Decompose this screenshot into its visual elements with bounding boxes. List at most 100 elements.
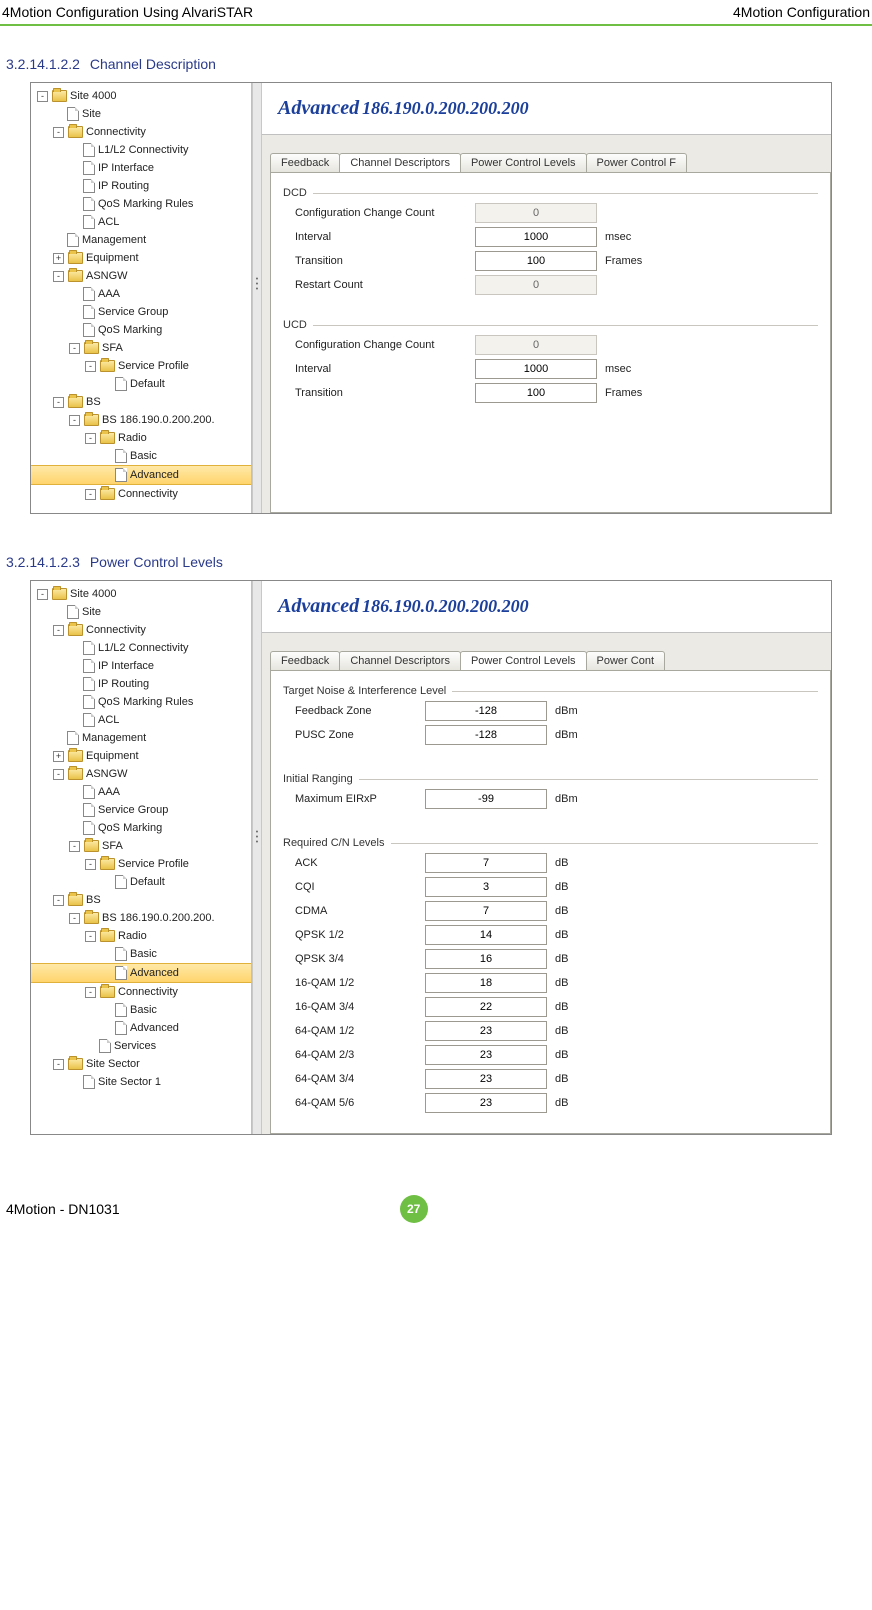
- tree-expander-icon[interactable]: -: [69, 913, 80, 924]
- tree-expander-icon[interactable]: -: [85, 859, 96, 870]
- tree-item-connectivity[interactable]: -Connectivity: [31, 123, 251, 141]
- tree-expander-icon[interactable]: -: [85, 433, 96, 444]
- input-cn-qpsk-3-4[interactable]: [425, 949, 547, 969]
- tree-item-bs-186-190-0-200-200-[interactable]: -BS 186.190.0.200.200.: [31, 909, 251, 927]
- tree-item-equipment[interactable]: +Equipment: [31, 747, 251, 765]
- tree-item-bs-186-190-0-200-200-[interactable]: -BS 186.190.0.200.200.: [31, 411, 251, 429]
- tree-item-aaa[interactable]: AAA: [31, 783, 251, 801]
- tree-expander-icon[interactable]: -: [85, 489, 96, 500]
- tree-item-connectivity[interactable]: -Connectivity: [31, 983, 251, 1001]
- tree-item-default[interactable]: Default: [31, 873, 251, 891]
- tree-item-advanced[interactable]: Advanced: [31, 1019, 251, 1037]
- input-cn-cdma[interactable]: [425, 901, 547, 921]
- tree-expander-icon[interactable]: -: [53, 271, 64, 282]
- tree-item-radio[interactable]: -Radio: [31, 927, 251, 945]
- tree-item-acl[interactable]: ACL: [31, 213, 251, 231]
- tree-item-sfa[interactable]: -SFA: [31, 339, 251, 357]
- tree-item-asngw[interactable]: -ASNGW: [31, 267, 251, 285]
- tree-item-sfa[interactable]: -SFA: [31, 837, 251, 855]
- tree-item-qos-marking-rules[interactable]: QoS Marking Rules: [31, 195, 251, 213]
- tree-item-l1-l2-connectivity[interactable]: L1/L2 Connectivity: [31, 639, 251, 657]
- tree-item-services[interactable]: Services: [31, 1037, 251, 1055]
- tree-item-service-group[interactable]: Service Group: [31, 303, 251, 321]
- tab-channel-descriptors2[interactable]: Channel Descriptors: [339, 651, 461, 670]
- tree-item-aaa[interactable]: AAA: [31, 285, 251, 303]
- splitter2[interactable]: [252, 581, 262, 1134]
- tree-item-connectivity[interactable]: -Connectivity: [31, 485, 251, 503]
- tree-item-ip-routing[interactable]: IP Routing: [31, 177, 251, 195]
- input-feedback-zone[interactable]: [425, 701, 547, 721]
- tab-feedback[interactable]: Feedback: [270, 153, 340, 172]
- input-cn-64-qam-5-6[interactable]: [425, 1093, 547, 1113]
- tree-expander-icon[interactable]: -: [53, 895, 64, 906]
- input-cn-qpsk-1-2[interactable]: [425, 925, 547, 945]
- input-cn-cqi[interactable]: [425, 877, 547, 897]
- tree-item-bs[interactable]: -BS: [31, 891, 251, 909]
- tree-expander-icon[interactable]: -: [53, 1059, 64, 1070]
- tree-item-asngw[interactable]: -ASNGW: [31, 765, 251, 783]
- tree-item-site-sector-1[interactable]: Site Sector 1: [31, 1073, 251, 1091]
- tree-item-basic[interactable]: Basic: [31, 447, 251, 465]
- tree-item-service-group[interactable]: Service Group: [31, 801, 251, 819]
- tree-expander-icon[interactable]: -: [53, 625, 64, 636]
- tree-item-site[interactable]: Site: [31, 603, 251, 621]
- tree-item-connectivity[interactable]: -Connectivity: [31, 621, 251, 639]
- input-cn-ack[interactable]: [425, 853, 547, 873]
- tab-power-control-levels2[interactable]: Power Control Levels: [460, 651, 587, 670]
- tree-item-radio[interactable]: -Radio: [31, 429, 251, 447]
- input-pusc-zone[interactable]: [425, 725, 547, 745]
- tree-expander-icon[interactable]: -: [85, 361, 96, 372]
- tree-item-ip-routing[interactable]: IP Routing: [31, 675, 251, 693]
- tree-item-ip-interface[interactable]: IP Interface: [31, 657, 251, 675]
- tree-expander-icon[interactable]: -: [85, 987, 96, 998]
- input-ucd-transition[interactable]: [475, 383, 597, 403]
- tree-item-equipment[interactable]: +Equipment: [31, 249, 251, 267]
- tree-item-advanced[interactable]: Advanced: [31, 963, 251, 983]
- tree-expander-icon[interactable]: -: [37, 91, 48, 102]
- tree-expander-icon[interactable]: -: [37, 589, 48, 600]
- input-eirp[interactable]: [425, 789, 547, 809]
- input-dcd-interval[interactable]: [475, 227, 597, 247]
- tree-expander-icon[interactable]: -: [69, 343, 80, 354]
- tree-expander-icon[interactable]: -: [69, 415, 80, 426]
- tab-power-control-f[interactable]: Power Control F: [586, 153, 687, 172]
- tree-item-acl[interactable]: ACL: [31, 711, 251, 729]
- tree-item-management[interactable]: Management: [31, 729, 251, 747]
- tree-expander-icon[interactable]: -: [53, 397, 64, 408]
- tab-feedback2[interactable]: Feedback: [270, 651, 340, 670]
- tree-expander-icon[interactable]: -: [53, 127, 64, 138]
- tree-item-l1-l2-connectivity[interactable]: L1/L2 Connectivity: [31, 141, 251, 159]
- tab-channel-descriptors[interactable]: Channel Descriptors: [339, 153, 461, 172]
- tree-item-qos-marking-rules[interactable]: QoS Marking Rules: [31, 693, 251, 711]
- input-cn-16-qam-3-4[interactable]: [425, 997, 547, 1017]
- tree-expander-icon[interactable]: -: [85, 931, 96, 942]
- tree-item-qos-marking[interactable]: QoS Marking: [31, 321, 251, 339]
- tree-item-site-4000[interactable]: -Site 4000: [31, 87, 251, 105]
- tree-item-service-profile[interactable]: -Service Profile: [31, 357, 251, 375]
- tree-item-ip-interface[interactable]: IP Interface: [31, 159, 251, 177]
- input-cn-64-qam-1-2[interactable]: [425, 1021, 547, 1041]
- input-cn-64-qam-2-3[interactable]: [425, 1045, 547, 1065]
- tree-item-basic[interactable]: Basic: [31, 1001, 251, 1019]
- tree-expander-icon[interactable]: -: [69, 841, 80, 852]
- splitter[interactable]: [252, 83, 262, 513]
- tree-expander-icon[interactable]: +: [53, 253, 64, 264]
- tree-item-bs[interactable]: -BS: [31, 393, 251, 411]
- tab-power-control-levels[interactable]: Power Control Levels: [460, 153, 587, 172]
- tab-power-cont2[interactable]: Power Cont: [586, 651, 665, 670]
- tree-item-qos-marking[interactable]: QoS Marking: [31, 819, 251, 837]
- input-cn-16-qam-1-2[interactable]: [425, 973, 547, 993]
- input-dcd-transition[interactable]: [475, 251, 597, 271]
- tree-expander-icon[interactable]: -: [53, 769, 64, 780]
- tree-item-site-4000[interactable]: -Site 4000: [31, 585, 251, 603]
- tree-item-management[interactable]: Management: [31, 231, 251, 249]
- tree-item-advanced[interactable]: Advanced: [31, 465, 251, 485]
- input-ucd-interval[interactable]: [475, 359, 597, 379]
- tree-item-service-profile[interactable]: -Service Profile: [31, 855, 251, 873]
- tree-item-site-sector[interactable]: -Site Sector: [31, 1055, 251, 1073]
- tree-expander-icon[interactable]: +: [53, 751, 64, 762]
- input-cn-64-qam-3-4[interactable]: [425, 1069, 547, 1089]
- tree-item-default[interactable]: Default: [31, 375, 251, 393]
- tree-item-site[interactable]: Site: [31, 105, 251, 123]
- tree-item-basic[interactable]: Basic: [31, 945, 251, 963]
